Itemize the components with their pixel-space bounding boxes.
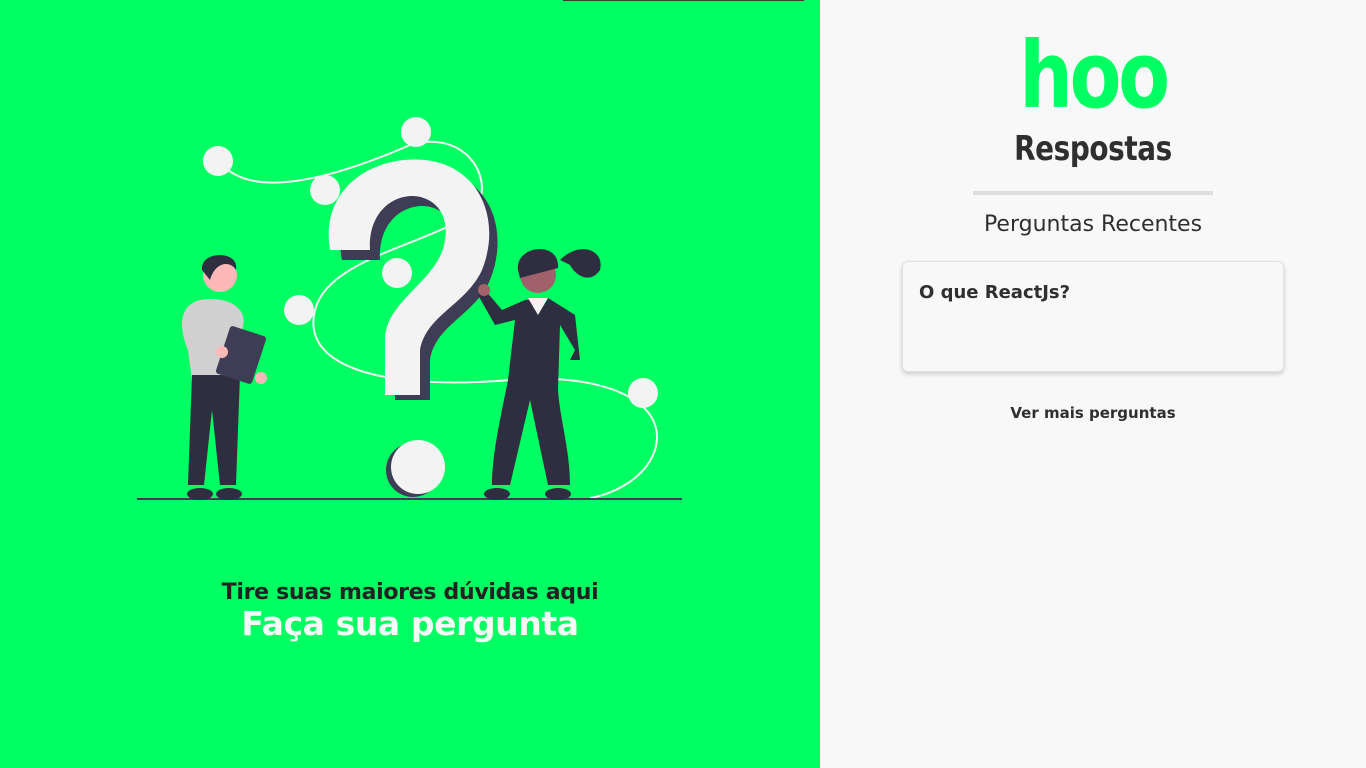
dot [401,117,431,147]
top-divider-line [563,0,804,1]
brand-logo: hoo [1019,22,1170,129]
question-people-illustration [137,117,682,500]
hero-subtitle: Tire suas maiores dúvidas aqui [221,580,599,605]
dot [310,175,340,205]
dot [382,258,412,288]
section-title: Perguntas Recentes [983,212,1203,237]
woman-figure [478,249,601,500]
dot [284,295,314,325]
recent-questions-panel: hoo Respostas Perguntas Recentes O que R… [820,0,1366,768]
question-title: O que ReactJs? [919,282,1071,303]
header-divider [973,191,1213,195]
see-more-questions-link[interactable]: Ver mais perguntas [820,404,1366,422]
dot [628,378,658,408]
man-figure [182,255,267,500]
hero-panel: Tire suas maiores dúvidas aqui Faça sua … [0,0,820,768]
question-dot [391,440,445,494]
dot [203,146,233,176]
ask-question-cta[interactable]: Faça sua pergunta [0,604,820,643]
question-card[interactable]: O que ReactJs? [902,261,1284,372]
brand-subtitle: Respostas [1014,129,1172,169]
